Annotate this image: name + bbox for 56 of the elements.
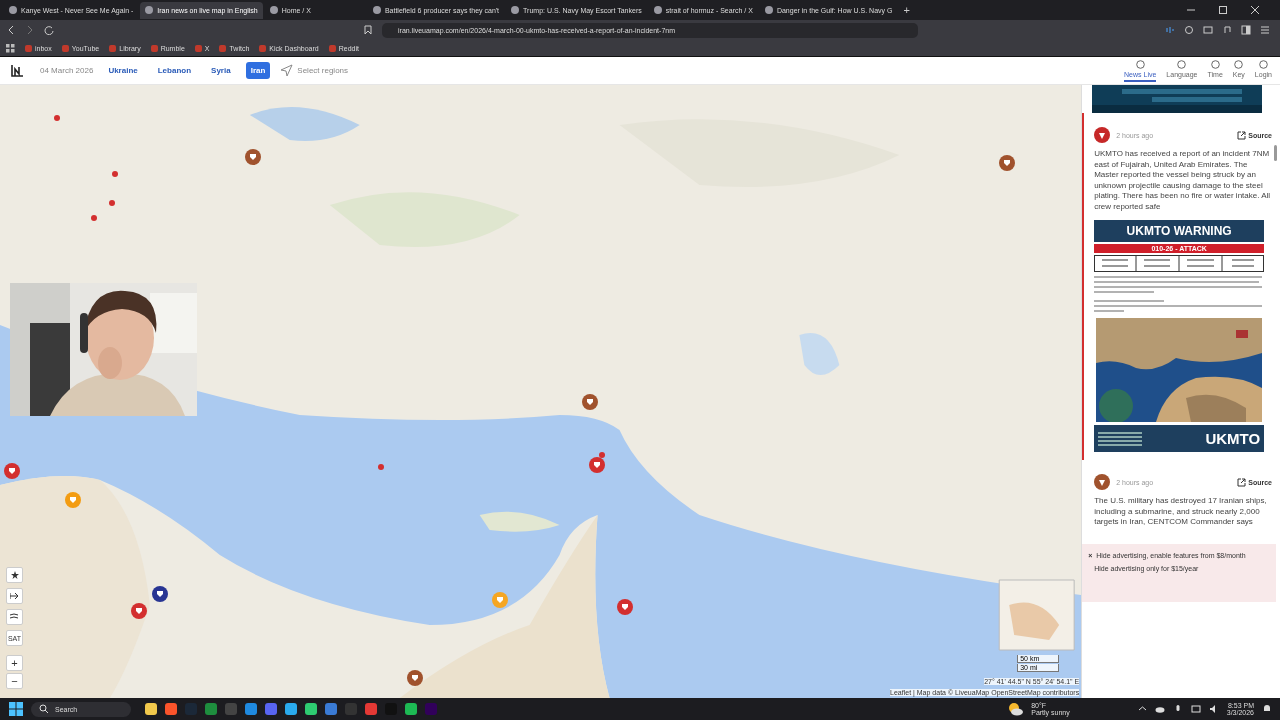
favicon-icon [269, 6, 278, 14]
cloud-icon[interactable] [1154, 704, 1165, 714]
back-icon[interactable] [6, 25, 16, 35]
new-tab-button[interactable]: + [899, 4, 914, 16]
region-tab[interactable]: Ukraine [103, 62, 143, 79]
region-tab[interactable]: Lebanon [152, 62, 197, 79]
date-label: 04 March 2026 [40, 66, 94, 75]
logo-icon[interactable] [10, 63, 24, 78]
circle-icon [1258, 59, 1268, 69]
external-link-icon[interactable] [1237, 130, 1247, 140]
send-icon[interactable] [280, 64, 294, 77]
forward-icon[interactable] [25, 25, 35, 35]
ukmto-logo: UKMTO [1205, 430, 1261, 447]
app-icon[interactable] [305, 703, 317, 715]
region-tab[interactable]: Iran [245, 62, 271, 79]
circle-icon [1177, 59, 1187, 69]
extension-icon[interactable] [1184, 25, 1194, 35]
display-icon[interactable] [1190, 704, 1201, 714]
start-icon[interactable] [9, 702, 23, 716]
app-icon[interactable] [365, 703, 377, 715]
app-icon[interactable] [205, 703, 217, 715]
search-icon [39, 704, 49, 714]
favicon-icon [653, 6, 662, 14]
notification-icon[interactable] [1262, 704, 1272, 714]
apps-icon[interactable] [6, 43, 15, 53]
sidebar-icon[interactable] [1241, 25, 1251, 35]
app-icon[interactable] [285, 703, 297, 715]
news-text: The U.S. military has destroyed 17 Iranian ships, including a submarine, and struck nearly 2,000 targets in Iran, CENTCOM Commander says [1094, 496, 1268, 528]
app-icon[interactable] [325, 703, 337, 715]
screenshot-icon[interactable] [1203, 25, 1213, 35]
music-icon[interactable] [1222, 25, 1232, 35]
reload-icon[interactable] [44, 25, 54, 35]
close-icon[interactable] [1250, 5, 1260, 15]
app-icon[interactable] [245, 703, 257, 715]
favicon-icon [511, 6, 520, 14]
favicon-icon [9, 6, 17, 14]
circle-icon [1135, 59, 1145, 69]
select-regions-link[interactable]: Select regions [297, 66, 349, 75]
menu-icon[interactable] [1260, 25, 1270, 35]
favicon-icon [145, 6, 154, 14]
favicon-icon [764, 6, 773, 14]
region-tab[interactable]: Syria [206, 62, 236, 79]
favicon-icon [372, 6, 381, 14]
circle-icon [1210, 59, 1220, 69]
restore-icon[interactable] [1218, 5, 1228, 15]
scrollbar[interactable] [1274, 145, 1277, 161]
warning-title: UKMTO WARNING [1094, 220, 1265, 242]
external-link-icon[interactable] [1237, 477, 1247, 487]
news-text: UKMTO has received a report of an incident 7NM east of Fujairah, United Arab Emirates. The Master reported the vessel being struck by an unknown projectile causing damage to the steel plating. There has been no fire or water intake. All crew reported safe [1094, 149, 1272, 212]
chevron-icon[interactable] [1137, 704, 1147, 713]
circle-icon [1234, 59, 1244, 69]
app-icon[interactable] [405, 703, 417, 715]
app-icon[interactable] [165, 703, 177, 715]
weather-icon [1007, 701, 1024, 717]
bookmark-icon[interactable] [363, 25, 373, 35]
app-icon[interactable] [145, 703, 157, 715]
